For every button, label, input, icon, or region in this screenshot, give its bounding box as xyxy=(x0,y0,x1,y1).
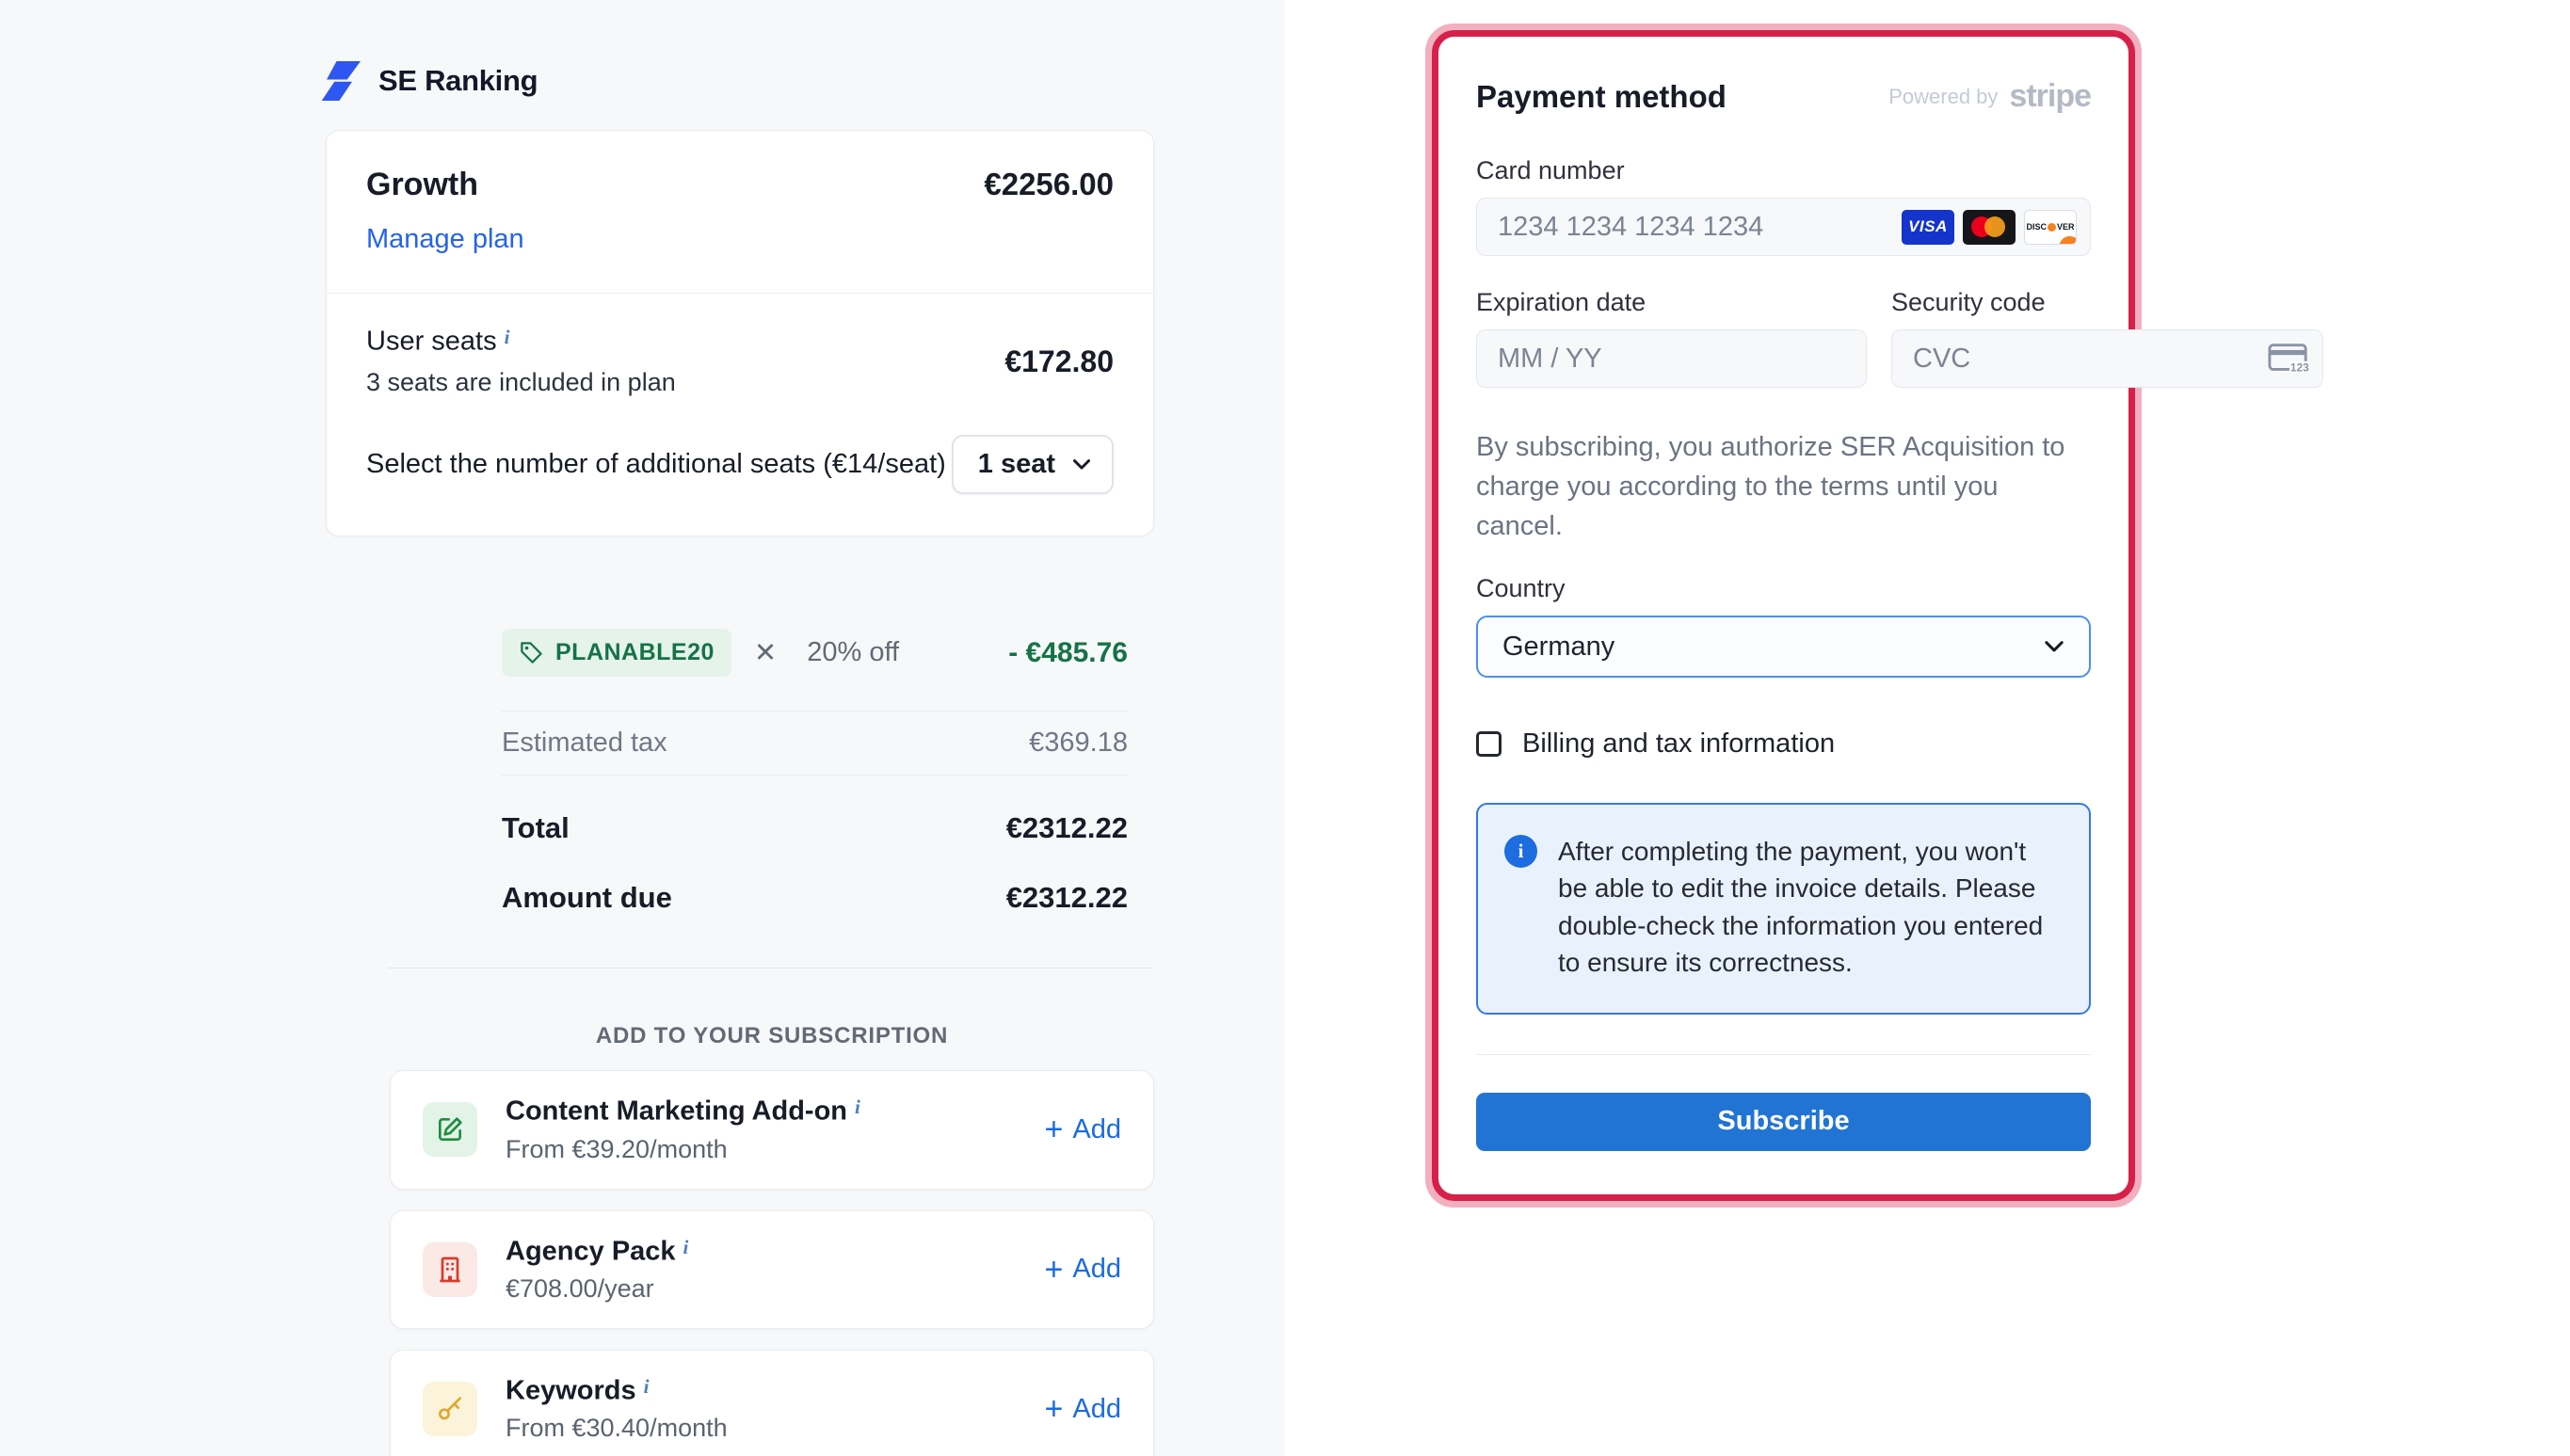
plan-name: Growth xyxy=(366,167,478,203)
powered-by-label: Powered by xyxy=(1888,85,1998,109)
key-icon xyxy=(435,1394,465,1424)
card-number-label: Card number xyxy=(1476,156,2091,185)
tax-label: Estimated tax xyxy=(502,728,667,759)
seats-included-note: 3 seats are included in plan xyxy=(366,368,676,397)
highlight-annotation: Payment method Powered by stripe Card nu… xyxy=(1425,24,2142,1208)
subscribe-button[interactable]: Subscribe xyxy=(1476,1093,2091,1151)
cvc-card-icon: 123 xyxy=(2268,343,2309,375)
order-summary-pane: SE Ranking Growth €2256.00 Manage plan U… xyxy=(0,0,1285,1456)
user-seats-label: User seats xyxy=(366,326,497,356)
expiration-field[interactable] xyxy=(1476,329,1867,388)
payment-notice: i After completing the payment, you won'… xyxy=(1476,803,2091,1015)
se-ranking-bolt-icon xyxy=(318,58,363,104)
country-value: Germany xyxy=(1502,632,1614,663)
info-icon[interactable]: i xyxy=(644,1375,650,1398)
add-keywords-button[interactable]: + Add xyxy=(1045,1393,1121,1425)
payment-method-panel: Payment method Powered by stripe Card nu… xyxy=(1432,30,2135,1201)
cvc-input[interactable] xyxy=(1913,344,2268,375)
subscription-terms-text: By subscribing, you authorize SER Acquis… xyxy=(1476,427,2091,546)
total-label: Total xyxy=(502,811,570,845)
seats-price: €172.80 xyxy=(1004,344,1114,379)
addon-price: From €30.40/month xyxy=(506,1414,728,1443)
payment-pane: Payment method Powered by stripe Card nu… xyxy=(1285,0,2570,1456)
notice-text: After completing the payment, you won't … xyxy=(1558,833,2063,981)
mastercard-icon xyxy=(1963,210,2016,245)
addon-title: Content Marketing Add-on xyxy=(506,1096,847,1127)
info-icon[interactable]: i xyxy=(683,1236,689,1258)
building-icon xyxy=(435,1255,465,1285)
info-circle-icon: i xyxy=(1504,835,1537,868)
security-code-label: Security code xyxy=(1891,288,2323,317)
add-content-marketing-button[interactable]: + Add xyxy=(1045,1113,1121,1145)
accepted-cards: VISA DISCVER xyxy=(1902,210,2077,245)
tax-value: €369.18 xyxy=(1029,728,1128,759)
svg-text:123: 123 xyxy=(2290,360,2309,374)
addon-title: Agency Pack xyxy=(506,1236,676,1266)
expiration-input[interactable] xyxy=(1498,344,1853,375)
brand-name: SE Ranking xyxy=(378,64,538,98)
addon-card-agency-pack: Agency Pack i €708.00/year + Add xyxy=(390,1210,1154,1329)
card-number-input[interactable] xyxy=(1498,212,1892,243)
addon-card-keywords: Keywords i From €30.40/month + Add xyxy=(390,1350,1154,1456)
security-code-field[interactable]: 123 xyxy=(1891,329,2323,388)
divider xyxy=(1476,1054,2091,1055)
amount-due-value: €2312.22 xyxy=(1006,881,1128,915)
manage-plan-link[interactable]: Manage plan xyxy=(366,224,524,255)
chevron-down-icon xyxy=(2044,640,2064,654)
amount-due-label: Amount due xyxy=(502,881,672,915)
coupon-code: PLANABLE20 xyxy=(555,639,715,666)
coupon-discount: 20% off xyxy=(807,637,899,668)
seat-count-value: 1 seat xyxy=(978,449,1055,480)
payment-method-title: Payment method xyxy=(1476,79,1727,115)
discover-icon: DISCVER xyxy=(2024,210,2077,245)
plan-price: €2256.00 xyxy=(984,167,1114,202)
coupon-badge: PLANABLE20 xyxy=(502,629,731,677)
plus-icon: + xyxy=(1045,1254,1064,1286)
visa-icon: VISA xyxy=(1902,210,1954,245)
addon-price: €708.00/year xyxy=(506,1274,688,1304)
plus-icon: + xyxy=(1045,1393,1064,1425)
tag-icon xyxy=(519,640,544,665)
price-summary: PLANABLE20 ✕ 20% off - €485.76 Estimated… xyxy=(502,629,1128,915)
estimated-tax-row: Estimated tax €369.18 xyxy=(502,711,1128,776)
stripe-logo: stripe xyxy=(2009,78,2091,115)
remove-coupon-button[interactable]: ✕ xyxy=(754,636,777,669)
addon-card-content-marketing: Content Marketing Add-on i From €39.20/mo… xyxy=(390,1070,1154,1189)
coupon-amount: - €485.76 xyxy=(1008,637,1128,669)
total-row: Total €2312.22 xyxy=(502,811,1128,845)
addon-title: Keywords xyxy=(506,1375,636,1405)
country-select[interactable]: Germany xyxy=(1476,616,2091,678)
add-agency-pack-button[interactable]: + Add xyxy=(1045,1254,1121,1286)
seat-count-dropdown[interactable]: 1 seat xyxy=(952,435,1114,494)
chevron-down-icon xyxy=(1072,458,1091,472)
expiration-label: Expiration date xyxy=(1476,288,1867,317)
billing-info-label: Billing and tax information xyxy=(1522,728,1835,760)
plan-card: Growth €2256.00 Manage plan User seatsi … xyxy=(326,130,1154,536)
addon-price: From €39.20/month xyxy=(506,1135,860,1164)
amount-due-row: Amount due €2312.22 xyxy=(502,881,1128,915)
seats-select-label: Select the number of additional seats (€… xyxy=(366,449,946,480)
addons-section-header: ADD TO YOUR SUBSCRIPTION xyxy=(390,1023,1154,1049)
total-value: €2312.22 xyxy=(1006,811,1128,845)
brand-logo: SE Ranking xyxy=(318,58,1154,104)
pencil-square-icon xyxy=(435,1114,465,1144)
info-icon[interactable]: i xyxy=(505,326,510,348)
info-icon[interactable]: i xyxy=(855,1096,860,1118)
card-number-field[interactable]: VISA DISCVER xyxy=(1476,198,2091,256)
billing-info-checkbox[interactable] xyxy=(1476,731,1502,757)
plus-icon: + xyxy=(1045,1113,1064,1145)
country-label: Country xyxy=(1476,574,2091,603)
